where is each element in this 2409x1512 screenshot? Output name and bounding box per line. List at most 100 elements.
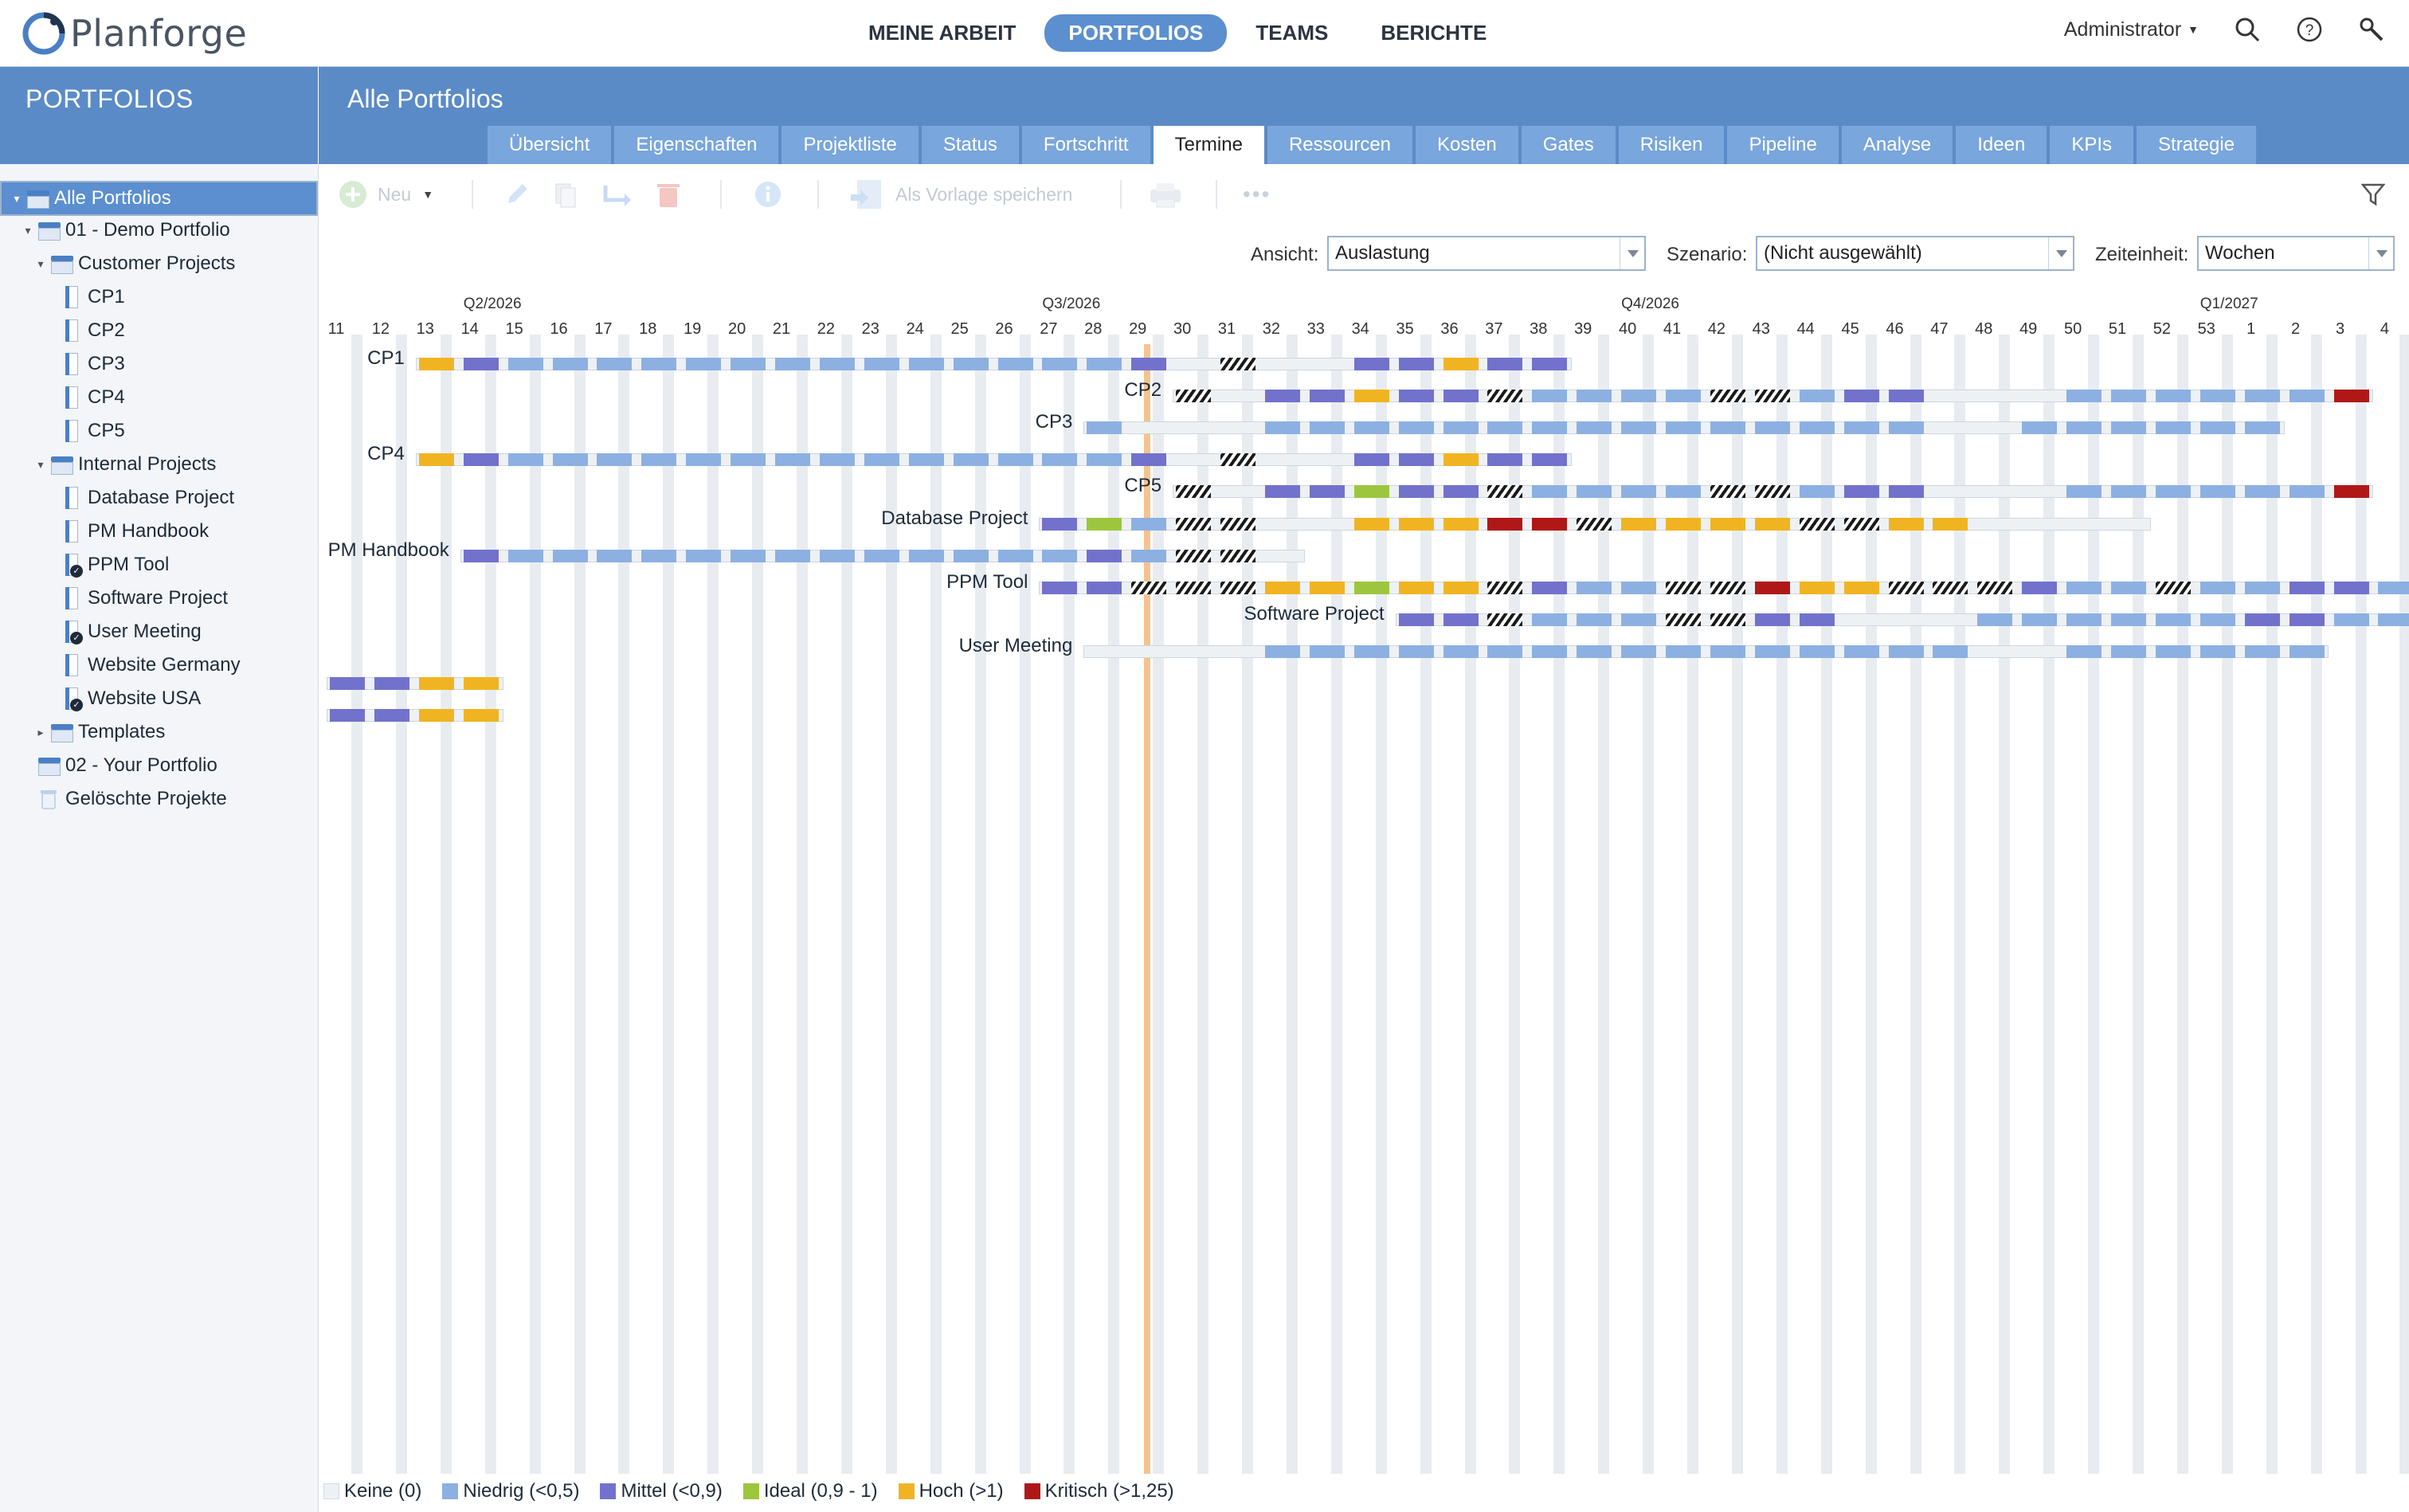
utilization-cell[interactable] [552,453,588,467]
tab-analyse[interactable]: Analyse [1841,126,1953,164]
chevron-down-icon[interactable]: ▾ [10,182,24,214]
utilization-cell[interactable] [1131,581,1167,594]
utilization-cell[interactable] [418,709,454,723]
tree-item-gelöschte-projekte[interactable]: Gelöschte Projekte [0,783,318,815]
copy-icon[interactable] [551,180,578,209]
user-menu[interactable]: Administrator ▼ [2064,18,2199,41]
utilization-cell[interactable] [597,549,633,562]
utilization-cell[interactable] [1933,644,1968,658]
utilization-cell[interactable] [2066,485,2102,499]
tab-fortschritt[interactable]: Fortschritt [1021,126,1150,164]
utilization-cell[interactable] [2111,421,2146,435]
tree-item-user-meeting[interactable]: ✓ User Meeting [0,616,318,648]
utilization-cell[interactable] [1621,485,1657,499]
utilization-cell[interactable] [1353,390,1389,403]
utilization-cell[interactable] [1087,358,1122,370]
tree-item-database-project[interactable]: Database Project [0,482,318,514]
utilization-cell[interactable] [731,549,766,562]
utilization-cell[interactable] [1754,390,1790,403]
utilization-cell[interactable] [686,453,722,467]
tab-ideen[interactable]: Ideen [1956,126,2047,164]
utilization-cell[interactable] [1042,549,1078,562]
utilization-cell[interactable] [463,358,499,370]
utilization-cell[interactable] [1353,358,1389,370]
utilization-cell[interactable] [819,453,855,467]
utilization-cell[interactable] [1443,421,1479,435]
utilization-cell[interactable] [1487,390,1523,403]
tab-pipeline[interactable]: Pipeline [1727,126,1839,164]
tab-strategie[interactable]: Strategie [2137,126,2257,164]
utilization-cell[interactable] [2244,613,2280,626]
utilization-cell[interactable] [597,358,633,370]
utilization-cell[interactable] [1577,517,1612,531]
utilization-cell[interactable] [819,549,855,562]
utilization-cell[interactable] [1487,453,1523,467]
utilization-cell[interactable] [953,549,989,562]
utilization-cell[interactable] [2066,421,2102,435]
utilization-cell[interactable] [864,549,899,562]
utilization-cell[interactable] [2199,644,2235,658]
utilization-cell[interactable] [2244,485,2280,499]
utilization-cell[interactable] [2333,581,2369,594]
utilization-cell[interactable] [2111,390,2146,403]
utilization-cell[interactable] [1220,517,1255,531]
utilization-cell[interactable] [1131,453,1167,467]
utilization-cell[interactable] [2289,390,2325,403]
utilization-cell[interactable] [2066,581,2102,594]
utilization-cell[interactable] [2066,613,2102,626]
utilization-cell[interactable] [1443,390,1479,403]
more-icon[interactable]: ••• [1243,180,1271,209]
utilization-cell[interactable] [1799,485,1835,499]
utilization-cell[interactable] [1710,517,1745,531]
info-icon[interactable] [754,180,782,209]
utilization-cell[interactable] [1754,581,1790,594]
utilization-cell[interactable] [1977,581,2013,594]
utilization-cell[interactable] [330,677,365,690]
filter-icon[interactable] [2361,180,2385,209]
utilization-cell[interactable] [1220,358,1255,370]
utilization-cell[interactable] [1888,390,1924,403]
utilization-cell[interactable] [2333,390,2369,403]
utilization-cell[interactable] [1577,613,1612,626]
utilization-cell[interactable] [1532,644,1568,658]
utilization-cell[interactable] [953,453,989,467]
utilization-cell[interactable] [2378,613,2409,626]
utilization-cell[interactable] [2289,485,2325,499]
utilization-cell[interactable] [1754,613,1790,626]
utilization-cell[interactable] [1042,517,1078,531]
utilization-cell[interactable] [1353,644,1389,658]
utilization-cell[interactable] [1176,485,1212,499]
tools-icon[interactable] [2358,16,2385,43]
utilization-cell[interactable] [1532,358,1568,370]
tree-item-internal-projects[interactable]: ▾ Internal Projects [0,449,318,480]
tree-item-software-project[interactable]: Software Project [0,582,318,614]
utilization-cell[interactable] [1933,517,1968,531]
chevron-down-icon[interactable]: ▾ [33,257,48,271]
tree-item-cp4[interactable]: CP4 [0,382,318,413]
utilization-cell[interactable] [997,358,1033,370]
utilization-cell[interactable] [1398,613,1434,626]
utilization-cell[interactable] [1843,517,1879,531]
search-icon[interactable] [2234,16,2261,43]
utilization-cell[interactable] [1176,390,1212,403]
utilization-cell[interactable] [597,453,633,467]
utilization-cell[interactable] [731,453,766,467]
utilization-cell[interactable] [1888,421,1924,435]
utilization-cell[interactable] [2111,581,2146,594]
utilization-cell[interactable] [1532,581,1568,594]
utilization-cell[interactable] [1487,517,1523,531]
utilization-cell[interactable] [1799,644,1835,658]
utilization-cell[interactable] [2155,390,2191,403]
utilization-cell[interactable] [1754,517,1790,531]
utilization-cell[interactable] [1443,453,1479,467]
utilization-cell[interactable] [2155,644,2191,658]
utilization-cell[interactable] [864,453,899,467]
utilization-cell[interactable] [1131,517,1167,531]
utilization-cell[interactable] [908,549,944,562]
utilization-cell[interactable] [2244,421,2280,435]
utilization-cell[interactable] [1843,485,1879,499]
utilization-cell[interactable] [2199,390,2235,403]
tab-kosten[interactable]: Kosten [1416,126,1518,164]
chevron-right-icon[interactable]: ▸ [33,726,48,739]
utilization-cell[interactable] [2244,581,2280,594]
